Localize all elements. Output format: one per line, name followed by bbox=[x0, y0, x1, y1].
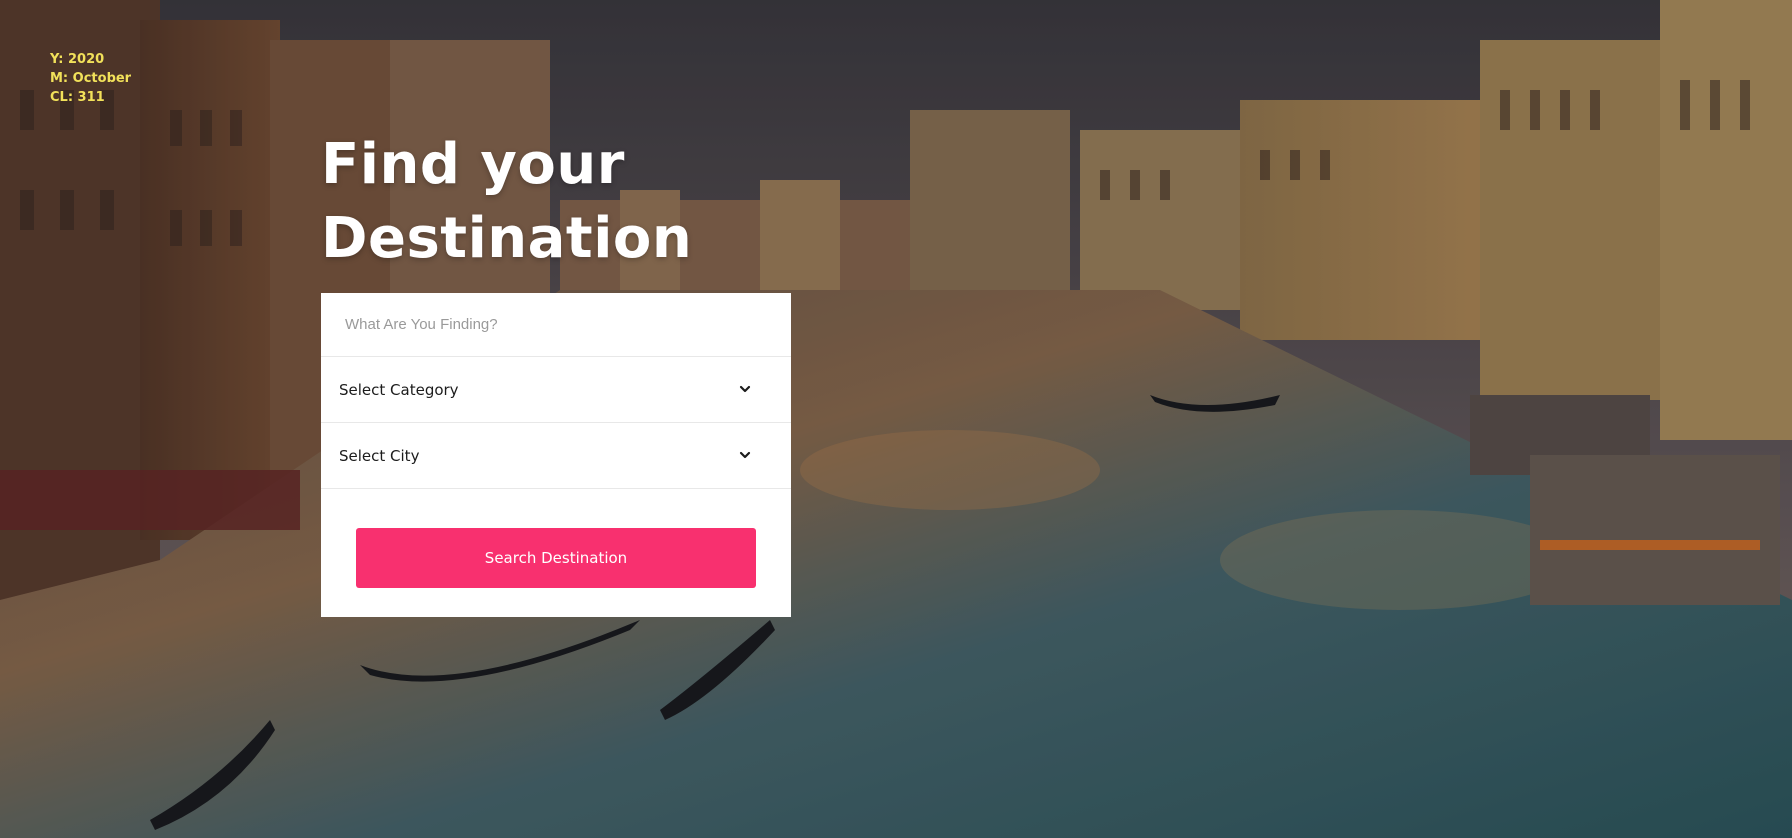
search-destination-button[interactable]: Search Destination bbox=[356, 528, 756, 588]
year-label: Y: 2020 bbox=[50, 52, 105, 67]
chevron-down-icon bbox=[739, 451, 751, 459]
chevron-down-icon bbox=[739, 385, 751, 393]
date-overlay: Y: 2020 M: October CL: 311 bbox=[50, 50, 131, 107]
city-select[interactable]: Select City bbox=[321, 423, 791, 489]
city-select-label: Select City bbox=[339, 447, 420, 465]
search-form: Select Category Select City Search Desti… bbox=[321, 293, 791, 617]
search-field bbox=[321, 293, 791, 357]
hero-title: Find your Destination bbox=[321, 128, 692, 276]
cl-label: CL: 311 bbox=[50, 90, 105, 105]
search-input[interactable] bbox=[321, 293, 791, 356]
hero-banner: Y: 2020 M: October CL: 311 Find your Des… bbox=[0, 0, 1792, 838]
hero-title-line-1: Find your bbox=[321, 132, 625, 197]
hero-title-line-2: Destination bbox=[321, 206, 693, 271]
background-image bbox=[0, 0, 1792, 838]
category-select-label: Select Category bbox=[339, 381, 459, 399]
category-select[interactable]: Select Category bbox=[321, 357, 791, 423]
month-label: M: October bbox=[50, 71, 132, 86]
